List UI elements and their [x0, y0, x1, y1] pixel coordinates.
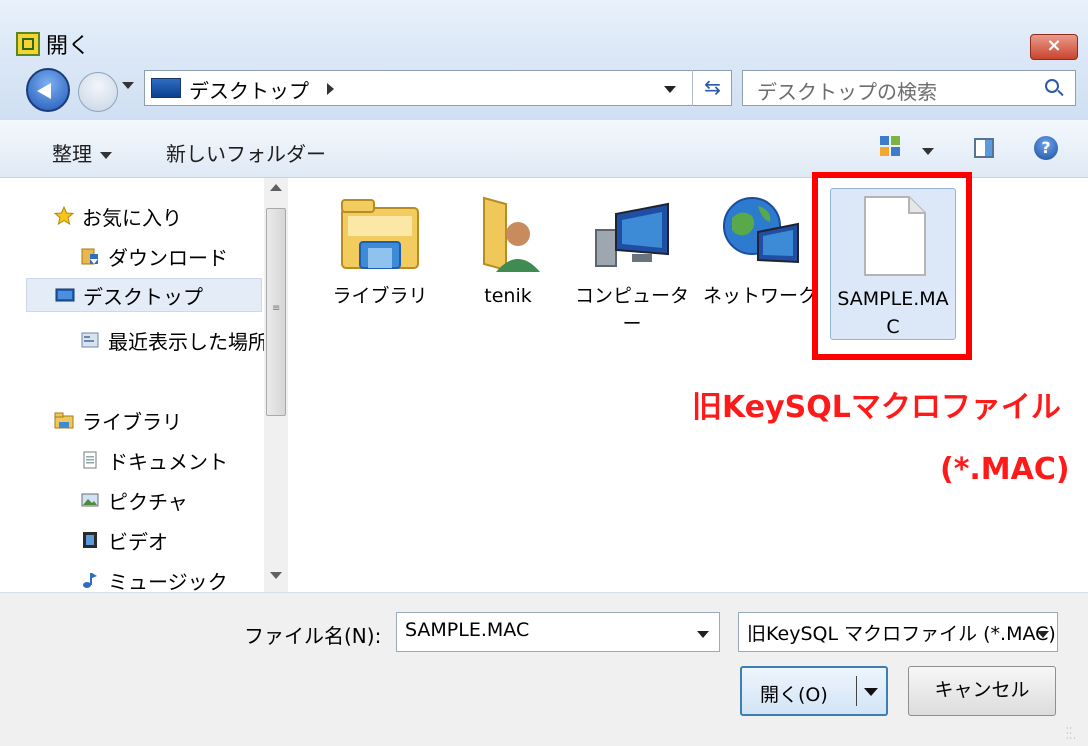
change-view-icon[interactable]	[880, 136, 902, 158]
search-icon[interactable]	[1045, 79, 1059, 93]
desktop-icon	[151, 78, 181, 98]
star-icon	[54, 206, 74, 226]
open-options-dropdown-icon[interactable]	[864, 688, 878, 696]
view-options-dropdown-icon[interactable]	[922, 148, 934, 155]
nav-item-label: お気に入り	[82, 206, 182, 230]
nav-item-documents[interactable]: ドキュメント	[80, 444, 290, 478]
new-folder-button[interactable]: 新しいフォルダー	[166, 138, 326, 167]
nav-item-downloads[interactable]: ダウンロード	[80, 240, 290, 274]
chevron-right-icon[interactable]	[327, 83, 334, 95]
file-name: ライブラリ	[332, 285, 428, 307]
filetype-value: 旧KeySQL マクロファイル (*.MAC)	[747, 623, 1056, 645]
open-file-dialog: 開く × デスクトップ ⇆ デスクトップの検索 整理 新しいフォルダー ? お気…	[0, 0, 1088, 746]
nav-item-music[interactable]: ミュージック	[80, 564, 290, 592]
chevron-down-icon	[100, 152, 112, 159]
nav-item-label: ダウンロード	[108, 246, 228, 270]
library-icon	[54, 412, 74, 429]
resize-grip-icon[interactable]: ·· ·· ···	[1066, 725, 1080, 743]
pictures-icon	[81, 493, 99, 507]
filename-input[interactable]: SAMPLE.MAC	[396, 612, 720, 652]
music-icon	[83, 573, 97, 588]
file-name: tenik	[484, 285, 532, 307]
app-icon	[16, 32, 40, 56]
organize-label: 整理	[52, 142, 92, 166]
nav-item-favorites[interactable]: お気に入り	[54, 200, 264, 234]
annotation-highlight-box	[812, 172, 972, 360]
recent-pages-dropdown-icon[interactable]	[122, 82, 134, 89]
preview-pane-icon[interactable]	[974, 138, 994, 158]
file-name: コンピューター	[574, 285, 689, 335]
video-icon	[83, 532, 97, 548]
window-title: 開く	[46, 34, 91, 59]
nav-pane-scrollbar[interactable]: ≡	[264, 178, 288, 592]
nav-item-label: ビデオ	[108, 530, 168, 554]
back-button[interactable]	[26, 68, 70, 112]
computer-icon	[595, 202, 669, 267]
documents-icon	[83, 451, 97, 469]
nav-item-label: ライブラリ	[82, 410, 182, 434]
user-folder-icon	[483, 196, 540, 272]
nav-item-pictures[interactable]: ピクチャ	[80, 484, 290, 518]
desktop-icon	[55, 288, 75, 302]
forward-button[interactable]	[78, 72, 118, 112]
nav-item-recent-places[interactable]: 最近表示した場所	[80, 324, 290, 358]
search-input[interactable]: デスクトップの検索	[742, 70, 1076, 106]
nav-item-libraries[interactable]: ライブラリ	[54, 404, 264, 438]
annotation-extension: (*.MAC)	[940, 452, 1070, 487]
recent-places-icon	[81, 332, 99, 348]
chevron-down-icon[interactable]	[1037, 631, 1049, 638]
close-button[interactable]: ×	[1030, 34, 1078, 60]
split-divider	[856, 676, 857, 706]
nav-item-label: 最近表示した場所	[108, 330, 268, 354]
nav-item-label: ドキュメント	[108, 450, 228, 474]
help-icon[interactable]: ?	[1034, 136, 1058, 160]
filename-value: SAMPLE.MAC	[405, 619, 530, 641]
filetype-select[interactable]: 旧KeySQL マクロファイル (*.MAC)	[738, 612, 1058, 652]
network-icon	[723, 197, 799, 264]
scroll-down-icon[interactable]	[270, 572, 282, 579]
file-item-tenik[interactable]: tenik	[446, 186, 570, 310]
search-placeholder: デスクトップの検索	[757, 80, 937, 104]
title-bar	[0, 0, 1088, 62]
filename-dropdown-icon[interactable]	[697, 631, 709, 638]
download-icon	[81, 248, 98, 265]
nav-item-desktop[interactable]: デスクトップ	[26, 278, 262, 312]
scroll-up-icon[interactable]	[270, 184, 282, 191]
nav-item-videos[interactable]: ビデオ	[80, 524, 290, 558]
address-bar[interactable]: デスクトップ	[144, 70, 732, 106]
address-dropdown-icon[interactable]	[664, 86, 676, 93]
filename-label: ファイル名(N):	[244, 624, 382, 648]
file-item-network[interactable]: ネットワーク	[698, 186, 822, 310]
cancel-button[interactable]: キャンセル	[908, 666, 1056, 716]
file-name: ネットワーク	[702, 285, 817, 307]
scroll-thumb[interactable]: ≡	[266, 208, 286, 416]
address-breadcrumb[interactable]: デスクトップ	[189, 75, 309, 104]
annotation-label: 旧KeySQLマクロファイル	[692, 390, 1061, 425]
navigation-pane: お気に入り ダウンロード デスクトップ 最近表示した場所 ライブラリ ドキュメン…	[0, 178, 288, 592]
organize-button[interactable]: 整理	[52, 138, 112, 167]
scroll-grip-icon: ≡	[272, 303, 281, 314]
file-item-computer[interactable]: コンピューター	[570, 186, 694, 338]
refresh-button[interactable]: ⇆	[692, 70, 732, 106]
nav-item-label: デスクトップ	[83, 285, 203, 309]
file-item-libraries[interactable]: ライブラリ	[318, 186, 442, 310]
open-button-label: 開く(O)	[760, 684, 828, 706]
nav-item-label: ピクチャ	[108, 490, 188, 514]
nav-item-label: ミュージック	[108, 570, 228, 592]
open-button[interactable]: 開く(O)	[740, 666, 888, 716]
library-folder-icon	[341, 199, 419, 269]
